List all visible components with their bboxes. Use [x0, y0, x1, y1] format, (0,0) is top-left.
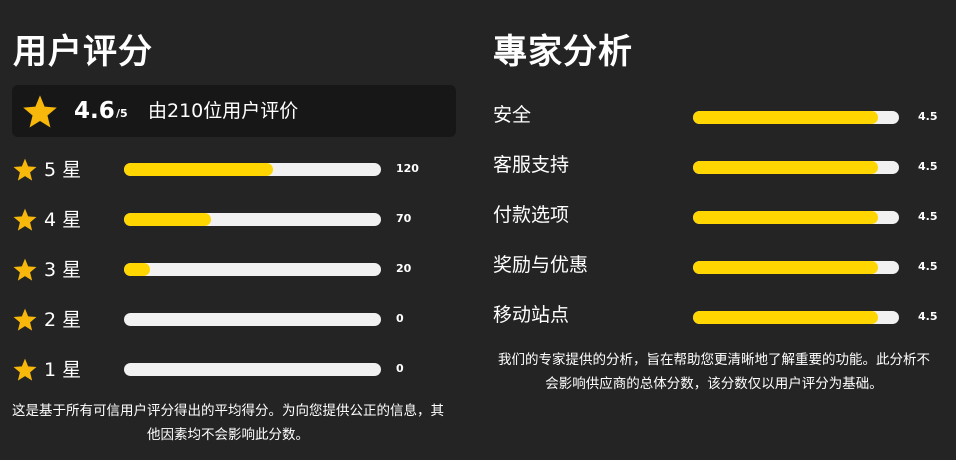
star-breakdown-row-4: 4 星 70	[0, 205, 470, 235]
expert-score-value: 4.5	[918, 160, 938, 173]
rating-bar-fill	[124, 163, 274, 176]
star-level-label: 4 星	[44, 209, 82, 231]
rating-bar	[124, 263, 381, 276]
star-level-label: 1 星	[44, 359, 82, 381]
rating-count: 由210位用户评价	[148, 100, 299, 122]
rating-bar-fill	[124, 213, 212, 226]
star-icon	[21, 93, 59, 131]
rating-count-value: 0	[396, 312, 404, 325]
star-icon	[12, 257, 38, 283]
star-level-label: 2 星	[44, 309, 82, 331]
star-breakdown-row-2: 2 星 0	[0, 305, 470, 335]
score-out-of: /5	[116, 107, 128, 120]
expert-category-label: 客服支持	[493, 154, 570, 176]
expert-score-value: 4.5	[918, 210, 938, 223]
rating-bar-fill	[124, 263, 150, 276]
expert-category-row: 移动站点 4.5	[478, 300, 956, 334]
rating-bar	[124, 363, 381, 376]
star-breakdown-row-1: 1 星 0	[0, 355, 470, 385]
expert-score-bar-fill	[693, 111, 879, 124]
expert-category-row: 客服支持 4.5	[478, 150, 956, 184]
expert-score-bar	[693, 161, 899, 174]
star-breakdown-row-5: 5 星 120	[0, 155, 470, 185]
expert-category-row: 安全 4.5	[478, 100, 956, 134]
star-icon	[12, 207, 38, 233]
average-score: 4.6	[74, 98, 115, 124]
star-icon	[12, 157, 38, 183]
user-ratings-title: 用户评分	[13, 32, 153, 72]
rating-bar	[124, 213, 381, 226]
expert-category-label: 安全	[493, 104, 532, 126]
expert-score-bar-fill	[693, 311, 879, 324]
star-level-label: 5 星	[44, 159, 82, 181]
expert-score-bar	[693, 311, 899, 324]
expert-score-value: 4.5	[918, 310, 938, 323]
expert-category-row: 付款选项 4.5	[478, 200, 956, 234]
expert-score-bar-fill	[693, 261, 879, 274]
expert-analysis-title: 專家分析	[493, 32, 633, 72]
star-icon	[12, 357, 38, 383]
star-icon	[12, 307, 38, 333]
expert-score-bar-fill	[693, 161, 879, 174]
rating-bar	[124, 163, 381, 176]
star-level-label: 3 星	[44, 259, 82, 281]
rating-count-value: 120	[396, 162, 419, 175]
expert-score-value: 4.5	[918, 110, 938, 123]
expert-score-bar	[693, 211, 899, 224]
user-ratings-note: 这是基于所有可信用户评分得出的平均得分。为向您提供公正的信息，其他因素均不会影响…	[12, 403, 444, 443]
expert-category-row: 奖励与优惠 4.5	[478, 250, 956, 284]
expert-category-label: 奖励与优惠	[493, 254, 589, 276]
star-breakdown-row-3: 3 星 20	[0, 255, 470, 285]
expert-score-bar-fill	[693, 211, 879, 224]
rating-count-value: 70	[396, 212, 412, 225]
expert-category-label: 付款选项	[493, 204, 570, 226]
expert-score-bar	[693, 261, 899, 274]
expert-score-bar	[693, 111, 899, 124]
expert-category-label: 移动站点	[493, 304, 570, 326]
expert-analysis-note: 我们的专家提供的分析，旨在帮助您更清晰地了解重要的功能。此分析不会影响供应商的总…	[498, 352, 930, 392]
rating-count-value: 20	[396, 262, 412, 275]
rating-bar	[124, 313, 381, 326]
rating-count-value: 0	[396, 362, 404, 375]
expert-score-value: 4.5	[918, 260, 938, 273]
rating-summary: 4.6 /5 由210位用户评价	[12, 85, 456, 137]
